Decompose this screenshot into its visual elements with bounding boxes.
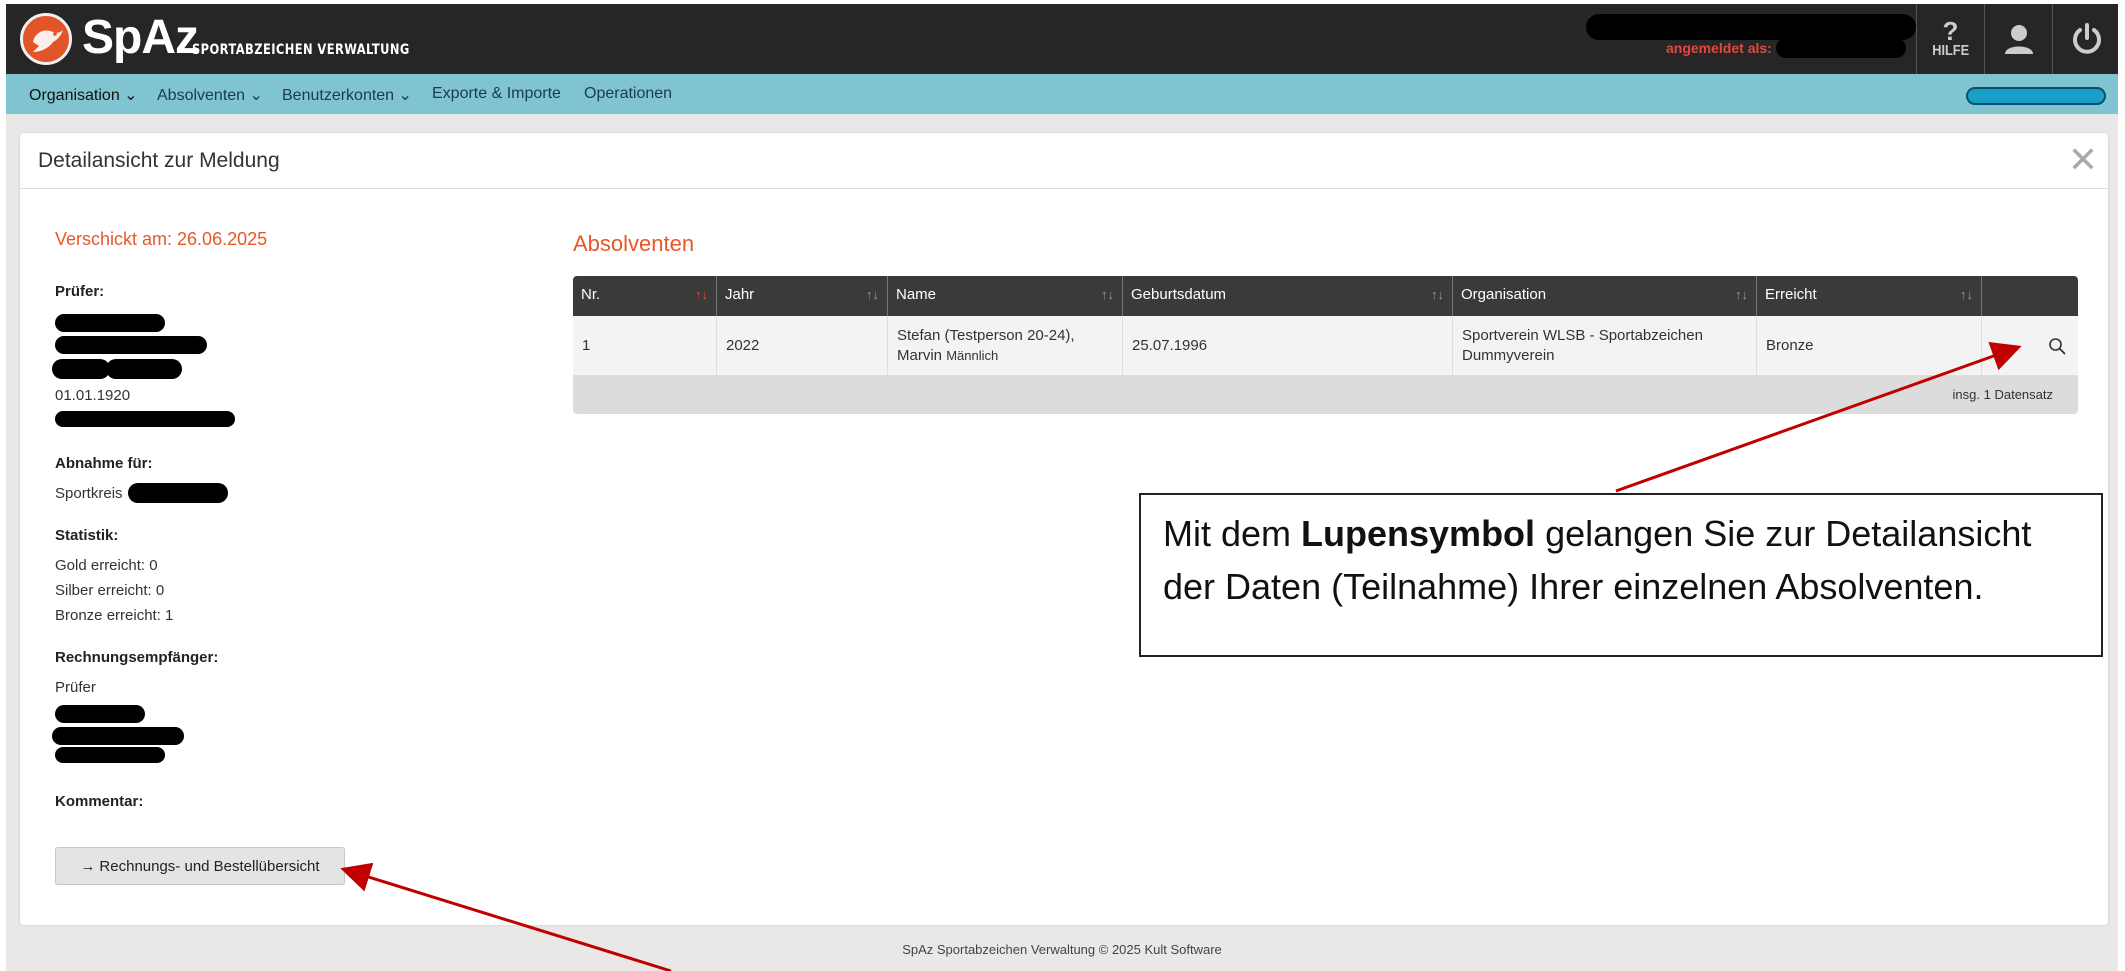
screenshot-frame: SpAz SPORTABZEICHEN VERWALTUNG angemelde… — [0, 0, 2125, 971]
page-footer: SpAz Sportabzeichen Verwaltung © 2025 Ku… — [902, 942, 1222, 957]
app-window: SpAz SPORTABZEICHEN VERWALTUNG angemelde… — [6, 4, 2118, 971]
annotation-arrow-magnifier — [1615, 341, 2022, 493]
annotation-arrows — [340, 341, 2022, 971]
